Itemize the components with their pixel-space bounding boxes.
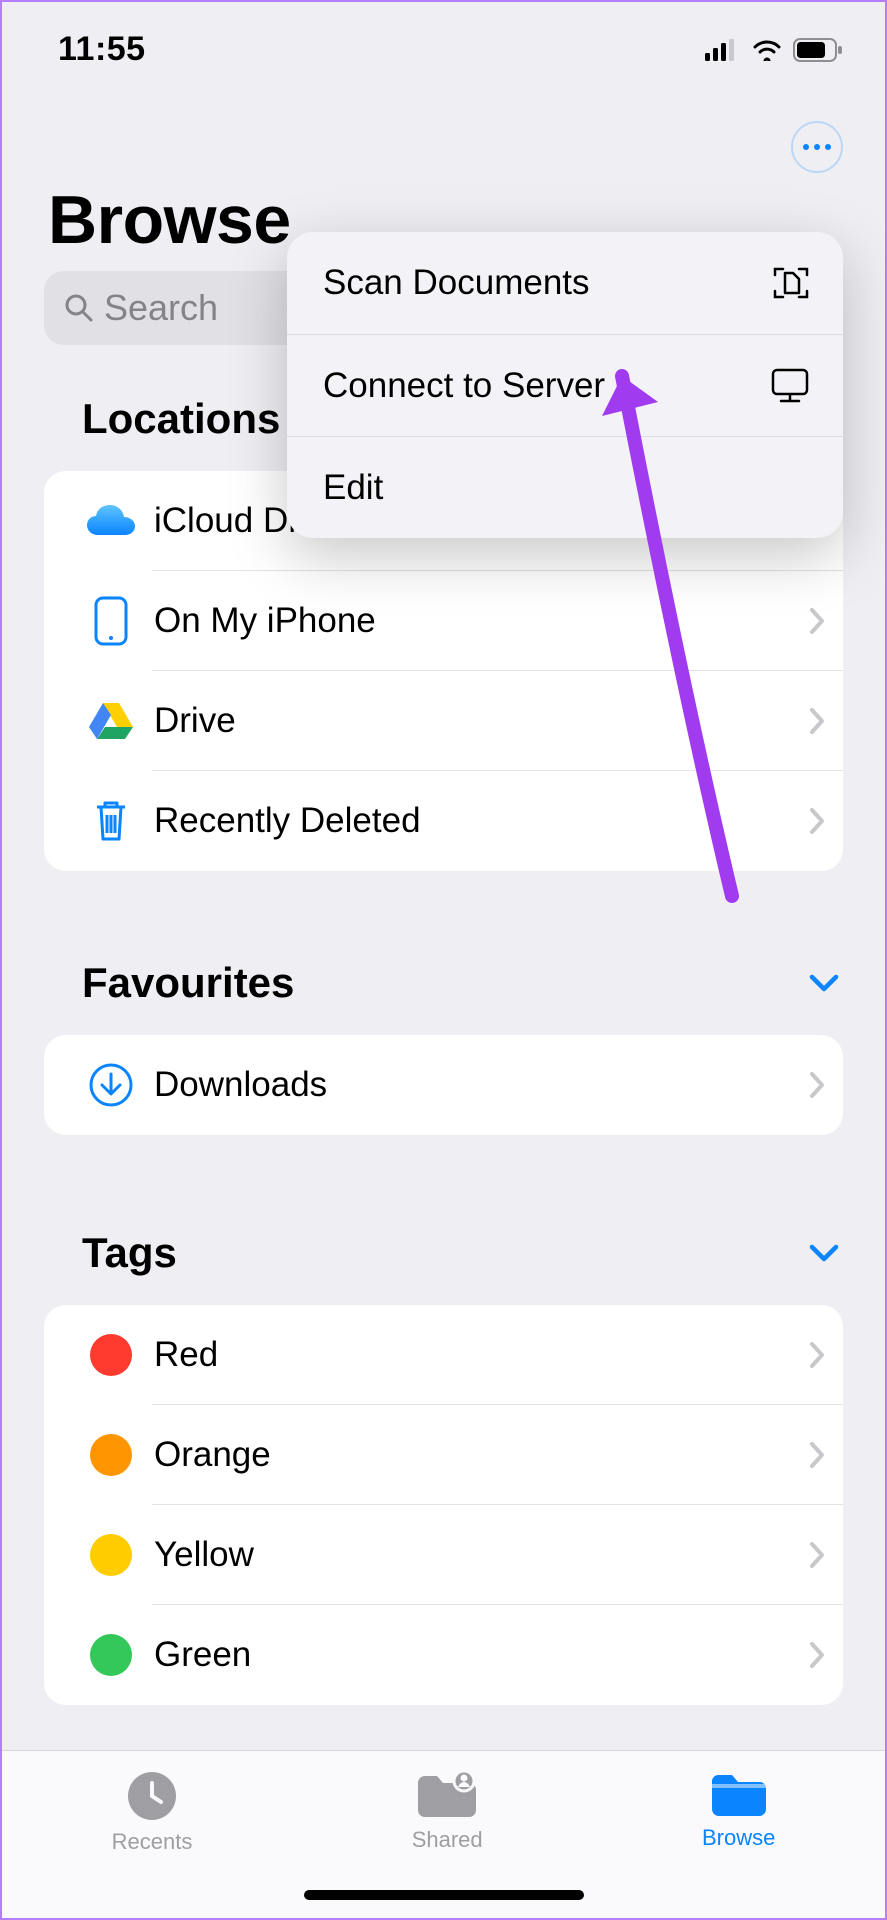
tab-shared[interactable]: Shared [412,1769,483,1853]
search-placeholder: Search [104,287,218,329]
scan-document-icon [771,263,811,303]
menu-item-edit[interactable]: Edit [287,436,843,538]
menu-item-label: Scan Documents [323,263,590,303]
section-header-tags[interactable]: Tags [2,1229,885,1277]
chevron-right-icon [809,1641,825,1669]
list-item-label: On My iPhone [154,601,809,641]
cellular-icon [705,39,741,61]
nav-bar [2,69,885,173]
chevron-down-icon [809,973,839,993]
download-circle-icon [68,1062,154,1108]
tags-item-orange[interactable]: Orange [44,1405,843,1505]
list-item-label: Orange [154,1435,809,1475]
status-right [705,38,843,62]
battery-icon [793,38,843,62]
wifi-icon [751,39,783,61]
list-item-label: Red [154,1335,809,1375]
menu-item-label: Connect to Server [323,366,605,406]
tags-item-red[interactable]: Red [44,1305,843,1405]
tag-color-icon [68,1434,154,1476]
menu-item-connect-to-server[interactable]: Connect to Server [287,334,843,436]
tab-label: Shared [412,1827,483,1853]
locations-item-on-my-iphone[interactable]: On My iPhone [44,571,843,671]
chevron-right-icon [809,607,825,635]
chevron-right-icon [809,1441,825,1469]
tag-color-icon [68,1334,154,1376]
section-header-favourites[interactable]: Favourites [2,959,885,1007]
locations-item-drive[interactable]: Drive [44,671,843,771]
context-menu: Scan Documents Connect to Server Edit [287,232,843,538]
tags-list: Red Orange Yellow Green [44,1305,843,1705]
folder-icon [708,1769,770,1819]
list-item-label: Green [154,1635,809,1675]
favourites-item-downloads[interactable]: Downloads [44,1035,843,1135]
status-bar: 11:55 [2,2,885,69]
section-title-favourites: Favourites [82,959,294,1007]
chevron-right-icon [809,807,825,835]
list-item-label: Downloads [154,1065,809,1105]
tab-label: Recents [112,1829,193,1855]
chevron-right-icon [809,707,825,735]
chevron-down-icon [809,1243,839,1263]
search-icon [64,293,94,323]
tags-item-green[interactable]: Green [44,1605,843,1705]
tab-recents[interactable]: Recents [112,1769,193,1855]
favourites-list: Downloads [44,1035,843,1135]
section-title-locations: Locations [82,395,280,443]
trash-icon [68,797,154,845]
list-item-label: Yellow [154,1535,809,1575]
icloud-icon [68,503,154,539]
server-monitor-icon [769,366,811,406]
home-indicator[interactable] [304,1890,584,1900]
google-drive-icon [68,701,154,741]
tag-color-icon [68,1634,154,1676]
tags-item-yellow[interactable]: Yellow [44,1505,843,1605]
more-menu-button[interactable] [791,121,843,173]
menu-item-scan-documents[interactable]: Scan Documents [287,232,843,334]
tag-color-icon [68,1534,154,1576]
shared-folder-icon [414,1769,480,1821]
chevron-right-icon [809,1341,825,1369]
section-title-tags: Tags [82,1229,177,1277]
tab-browse[interactable]: Browse [702,1769,775,1851]
clock-icon [125,1769,179,1823]
menu-item-label: Edit [323,468,383,508]
chevron-right-icon [809,1541,825,1569]
list-item-label: Recently Deleted [154,801,809,841]
status-time: 11:55 [58,30,146,69]
tab-label: Browse [702,1825,775,1851]
iphone-icon [68,596,154,646]
list-item-label: Drive [154,701,809,741]
chevron-right-icon [809,1071,825,1099]
locations-item-recently-deleted[interactable]: Recently Deleted [44,771,843,871]
